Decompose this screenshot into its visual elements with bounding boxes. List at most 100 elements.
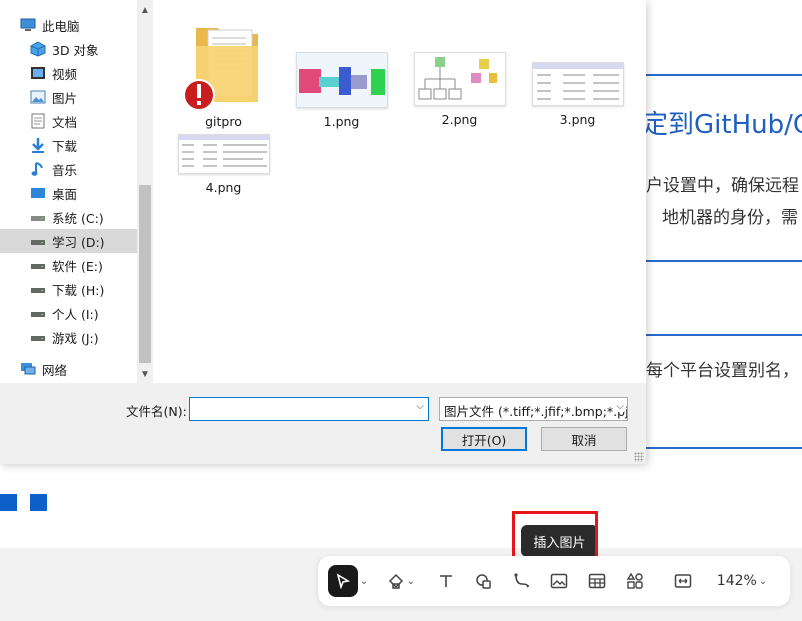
nav-item-drive-i[interactable]: 个人 (I:) <box>0 301 137 325</box>
cancel-button[interactable]: 取消 <box>541 427 627 451</box>
divider <box>646 334 802 336</box>
fit-width-icon <box>674 574 692 588</box>
shapes-tool-button[interactable] <box>470 565 498 597</box>
chevron-down-icon: ⌄ <box>758 575 768 587</box>
component-tool-button[interactable] <box>621 565 649 597</box>
scroll-up-icon[interactable]: ▲ <box>137 2 153 18</box>
nav-item-label: 网络 <box>42 362 68 378</box>
nav-item-drive-d[interactable]: 学习 (D:) <box>0 229 137 253</box>
component-icon <box>626 572 643 589</box>
document-paragraph: 每个平台设置别名， <box>646 361 799 381</box>
brush-icon <box>388 573 403 589</box>
fit-width-button[interactable] <box>669 565 697 597</box>
divider <box>646 74 802 76</box>
shapes-icon <box>476 574 491 589</box>
nav-item-pictures[interactable]: 图片 <box>0 85 137 109</box>
file-name: 2.png <box>441 112 478 127</box>
image-thumbnail <box>531 62 624 106</box>
resize-grip[interactable] <box>634 452 644 462</box>
file-list: gitpro 1.png 2.png 3.png 4.png <box>153 0 646 383</box>
file-item-1-png[interactable]: 1.png <box>289 52 394 129</box>
nav-item-desktop[interactable]: 桌面 <box>0 181 137 205</box>
nav-item-label: 视频 <box>52 66 78 82</box>
nav-item-drive-j[interactable]: 游戏 (J:) <box>0 325 137 349</box>
nav-item-label: 学习 (D:) <box>52 234 105 250</box>
shape-tool-button[interactable]: ⌄ <box>382 565 420 597</box>
image-thumbnail <box>295 52 388 108</box>
download-icon <box>30 137 46 153</box>
nav-item-drive-h[interactable]: 下载 (H:) <box>0 277 137 301</box>
dialog-footer: 文件名(N): ⌵ 图片文件 (*.tiff;*.jfif;*.bmp;*.pj… <box>0 383 646 464</box>
nav-item-label: 文档 <box>52 114 78 130</box>
table-tool-button[interactable] <box>583 565 611 597</box>
text-tool-button[interactable] <box>432 565 460 597</box>
document-icon <box>30 113 46 129</box>
drive-icon <box>30 257 46 273</box>
drive-icon <box>30 209 46 225</box>
cube-icon <box>30 41 46 57</box>
open-file-dialog: 此电脑 3D 对象 视频 图片 文档 下载 音乐 桌面 系统 (C:) 学习 (… <box>0 0 646 464</box>
connector-icon <box>514 573 529 588</box>
drive-icon <box>30 305 46 321</box>
folder-icon <box>182 28 258 111</box>
filename-input[interactable]: ⌵ <box>189 397 429 421</box>
nav-item-label: 下载 (H:) <box>52 282 105 298</box>
filename-label: 文件名(N): <box>126 404 187 419</box>
nav-item-drive-c[interactable]: 系统 (C:) <box>0 205 137 229</box>
document-paragraph: 户设置中，确保远程 <box>646 176 799 196</box>
drive-icon <box>30 281 46 297</box>
nav-item-this-pc[interactable]: 此电脑 <box>0 13 137 37</box>
file-name: 1.png <box>323 114 360 129</box>
image-icon <box>550 573 568 589</box>
nav-item-label: 3D 对象 <box>52 42 99 58</box>
chevron-down-icon[interactable]: ⌵ <box>416 401 424 412</box>
text-icon <box>440 575 452 587</box>
nav-item-3d-objects[interactable]: 3D 对象 <box>0 37 137 61</box>
image-thumbnail <box>177 134 270 174</box>
blue-square <box>0 494 17 511</box>
chevron-down-icon: ⌄ <box>406 575 416 587</box>
chevron-down-icon[interactable]: ⌵ <box>616 401 624 412</box>
navigation-pane: 此电脑 3D 对象 视频 图片 文档 下载 音乐 桌面 系统 (C:) 学习 (… <box>0 0 153 383</box>
nav-item-network[interactable]: 网络 <box>0 357 137 381</box>
select-tool-button[interactable]: ⌄ <box>326 565 370 597</box>
nav-scrollbar[interactable]: ▲ ▼ <box>137 0 153 383</box>
open-button[interactable]: 打开(O) <box>441 427 527 451</box>
filetype-select[interactable]: 图片文件 (*.tiff;*.jfif;*.bmp;*.pj ⌵ <box>439 397 628 421</box>
nav-item-music[interactable]: 音乐 <box>0 157 137 181</box>
nav-item-label: 图片 <box>52 90 78 106</box>
table-icon <box>588 573 606 589</box>
zoom-level: 142% <box>716 573 757 589</box>
image-tool-button[interactable] <box>545 565 573 597</box>
blue-square <box>30 494 47 511</box>
file-name: 4.png <box>205 180 242 195</box>
nav-item-downloads[interactable]: 下载 <box>0 133 137 157</box>
file-name: gitpro <box>205 114 242 129</box>
file-item-3-png[interactable]: 3.png <box>525 62 630 127</box>
scroll-thumb[interactable] <box>139 185 151 363</box>
nav-item-documents[interactable]: 文档 <box>0 109 137 133</box>
nav-item-label: 下载 <box>52 138 78 154</box>
connector-tool-button[interactable] <box>508 565 536 597</box>
scroll-down-icon[interactable]: ▼ <box>137 366 153 382</box>
nav-item-drive-e[interactable]: 软件 (E:) <box>0 253 137 277</box>
file-item-4-png[interactable]: 4.png <box>171 134 276 195</box>
bottom-toolbar: ⌄ ⌄ 142% ⌄ <box>318 556 790 606</box>
divider <box>646 260 802 262</box>
drive-icon <box>30 329 46 345</box>
nav-item-label: 此电脑 <box>42 18 80 34</box>
zoom-dropdown[interactable]: 142% ⌄ <box>712 565 772 597</box>
cursor-icon <box>336 573 350 589</box>
nav-item-label: 个人 (I:) <box>52 306 99 322</box>
nav-item-label: 软件 (E:) <box>52 258 103 274</box>
desktop-icon <box>30 185 46 201</box>
picture-icon <box>30 89 46 105</box>
nav-item-label: 桌面 <box>52 186 78 202</box>
image-thumbnail <box>413 52 506 106</box>
nav-item-videos[interactable]: 视频 <box>0 61 137 85</box>
file-item-gitpro[interactable]: gitpro <box>171 20 276 129</box>
file-item-2-png[interactable]: 2.png <box>407 52 512 127</box>
music-icon <box>30 161 46 177</box>
nav-item-label: 音乐 <box>52 162 78 178</box>
document-paragraph: 地机器的身份，需 <box>662 208 798 228</box>
